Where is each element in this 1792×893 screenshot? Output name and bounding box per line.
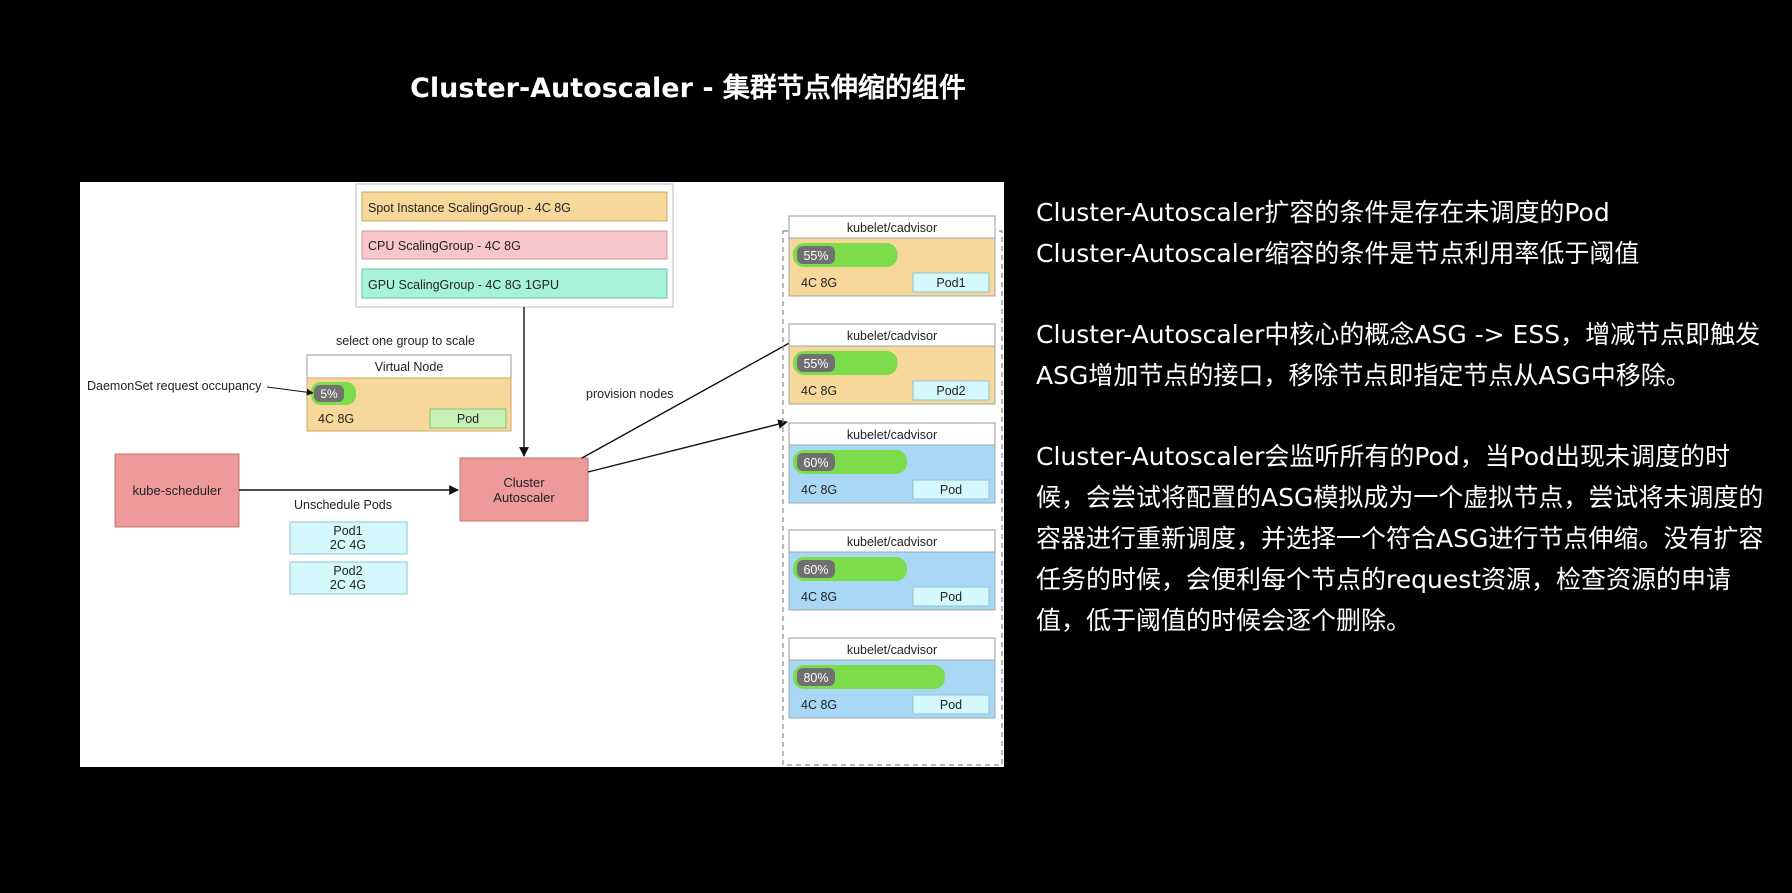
worker-node-3: kubelet/cadvisor 60% 4C 8G Pod	[788, 422, 996, 504]
worker-node-2: kubelet/cadvisor 55% 4C 8G Pod2	[788, 323, 996, 405]
notes-panel: Cluster-Autoscaler扩容的条件是存在未调度的Pod Cluster…	[1036, 192, 1776, 681]
slide-title: Cluster-Autoscaler - 集群节点伸缩的组件	[410, 73, 966, 104]
scaling-group-gpu-label: GPU ScalingGroup - 4C 8G 1GPU	[368, 278, 559, 292]
virtual-node: Virtual Node 5% 4C 8G Pod	[306, 354, 512, 432]
virtual-node-pod-label: Pod	[457, 412, 479, 426]
note-paragraph-3: Cluster-Autoscaler会监听所有的Pod，当Pod出现未调度的时候…	[1036, 442, 1764, 635]
worker-node-header: kubelet/cadvisor	[847, 221, 937, 235]
kube-scheduler-node: kube-scheduler	[114, 453, 240, 528]
daemonset-label: DaemonSet request occupancy	[87, 379, 262, 393]
worker-node-header: kubelet/cadvisor	[847, 428, 937, 442]
pending-pod-1: Pod1 2C 4G	[289, 521, 408, 555]
cluster-autoscaler-node: Cluster Autoscaler	[459, 457, 589, 522]
worker-node-spec: 4C 8G	[801, 384, 837, 398]
scaling-group-cpu: CPU ScalingGroup - 4C 8G	[361, 230, 668, 260]
architecture-diagram: Spot Instance ScalingGroup - 4C 8G CPU S…	[80, 182, 1004, 767]
worker-node-pod-label: Pod	[940, 483, 962, 497]
worker-node-spec: 4C 8G	[801, 483, 837, 497]
worker-node-header: kubelet/cadvisor	[847, 643, 937, 657]
worker-node-pod-label: Pod2	[936, 384, 965, 398]
pending-pod-2-name: Pod2	[333, 564, 362, 578]
worker-node-usage-label: 55%	[803, 249, 828, 263]
worker-node-5: kubelet/cadvisor 80% 4C 8G Pod	[788, 637, 996, 719]
worker-node-spec: 4C 8G	[801, 276, 837, 290]
unschedule-label: Unschedule Pods	[294, 498, 392, 512]
pending-pod-1-name: Pod1	[333, 524, 362, 538]
scaling-group-cpu-label: CPU ScalingGroup - 4C 8G	[368, 239, 521, 253]
note-paragraph-1: Cluster-Autoscaler扩容的条件是存在未调度的Pod Cluster…	[1036, 192, 1776, 274]
worker-node-header: kubelet/cadvisor	[847, 535, 937, 549]
note-line: Cluster-Autoscaler缩容的条件是节点利用率低于阈值	[1036, 239, 1640, 268]
kube-scheduler-label: kube-scheduler	[133, 483, 223, 498]
note-paragraph-2: Cluster-Autoscaler中核心的概念ASG -> ESS，增减节点即…	[1036, 320, 1761, 390]
pending-pod-1-spec: 2C 4G	[330, 538, 366, 552]
worker-node-usage-label: 60%	[803, 456, 828, 470]
select-group-label: select one group to scale	[336, 334, 475, 348]
worker-node-usage-label: 60%	[803, 563, 828, 577]
worker-node-spec: 4C 8G	[801, 698, 837, 712]
scaling-group-spot: Spot Instance ScalingGroup - 4C 8G	[361, 191, 668, 222]
node-list: kubelet/cadvisor55%4C 8G Pod1kubelet/cadv…	[788, 215, 996, 719]
worker-node-spec: 4C 8G	[801, 590, 837, 604]
scaling-group-panel: Spot Instance ScalingGroup - 4C 8G CPU S…	[355, 183, 674, 308]
worker-node-usage-label: 55%	[803, 357, 828, 371]
arrow-daemonset	[266, 386, 314, 396]
pending-pod-2: Pod2 2C 4G	[289, 561, 408, 595]
arrow-provision-node-2	[587, 419, 788, 473]
virtual-node-header: Virtual Node	[375, 360, 444, 374]
pending-pod-2-spec: 2C 4G	[330, 578, 366, 592]
scaling-group-spot-label: Spot Instance ScalingGroup - 4C 8G	[368, 201, 571, 215]
note-line: Cluster-Autoscaler扩容的条件是存在未调度的Pod	[1036, 198, 1610, 227]
worker-node-4: kubelet/cadvisor 60% 4C 8G Pod	[788, 529, 996, 611]
worker-node-usage-label: 80%	[803, 671, 828, 685]
virtual-node-usage-label: 5%	[320, 387, 338, 401]
worker-node-1: kubelet/cadvisor 55% 4C 8G Pod1	[788, 215, 996, 297]
worker-node-header: kubelet/cadvisor	[847, 329, 937, 343]
worker-node-pod-label: Pod1	[936, 276, 965, 290]
worker-node-pod-label: Pod	[940, 698, 962, 712]
provision-nodes-label: provision nodes	[586, 387, 674, 401]
scaling-group-gpu: GPU ScalingGroup - 4C 8G 1GPU	[361, 268, 668, 299]
worker-node-pod-label: Pod	[940, 590, 962, 604]
virtual-node-spec: 4C 8G	[318, 412, 354, 426]
